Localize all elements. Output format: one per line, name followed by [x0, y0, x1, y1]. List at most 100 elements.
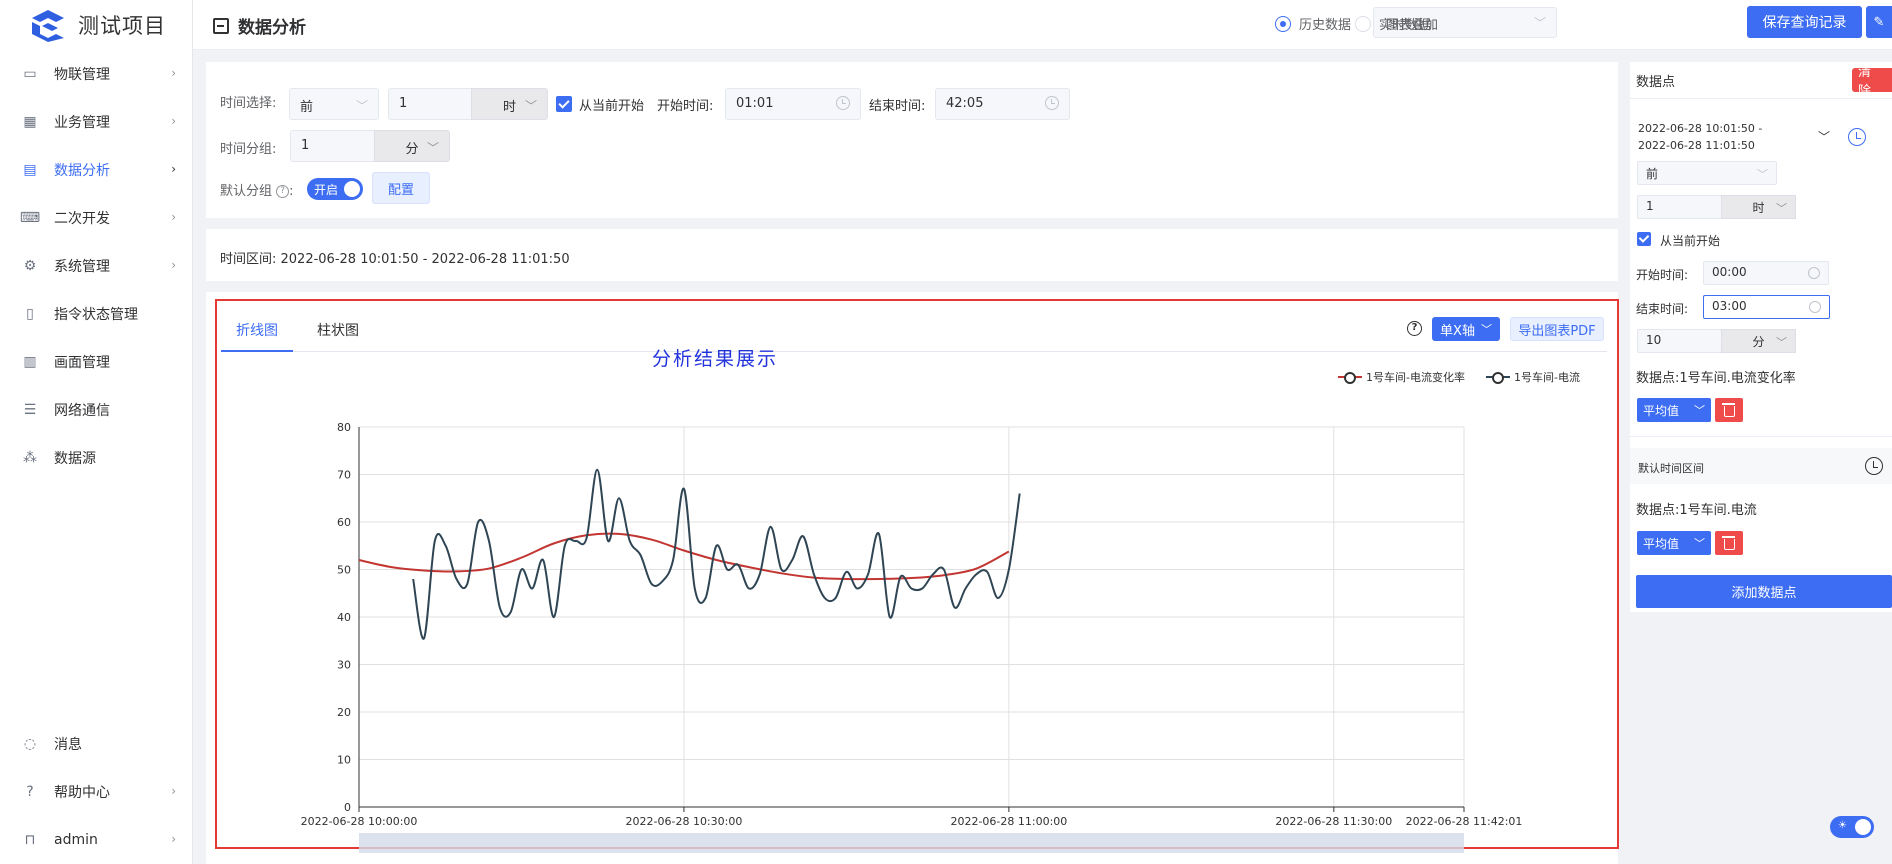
rp-point1-label: 数据点:1号车间.电流变化率	[1636, 371, 1796, 386]
add-datapoint-button[interactable]: 添加数据点	[1636, 575, 1892, 608]
rp-group-unit-select[interactable]: 分 ﹀	[1721, 329, 1796, 353]
save-query-button[interactable]: 保存查询记录	[1747, 6, 1862, 38]
rp-point2-label: 数据点:1号车间.电流	[1636, 503, 1757, 518]
clear-button[interactable]: 清 除	[1852, 65, 1892, 99]
network-icon: ☰	[23, 402, 37, 418]
sidebar-nav: ▭ 物联管理 › ▦ 业务管理 › ▤ 数据分析 › ⌨ 二次开发 › ⚙ 系统管理 › ▯ 指令状态管理 ▥ 画面…	[0, 50, 192, 482]
amount-value: 1	[399, 96, 408, 111]
start-time-input[interactable]: 01:01	[725, 88, 861, 120]
tab-bar-chart[interactable]: 柱状图	[317, 320, 359, 340]
rp-group-input[interactable]: 10	[1637, 329, 1722, 353]
help-icon: ?	[26, 784, 34, 800]
logo: 测试项目	[0, 0, 192, 50]
line-chart[interactable]: 0 10 20 30 40 50 60 70 80 2022-06-28 10:00:00 2022…	[290, 420, 1530, 860]
sidebar-nav-bottom: ◌ 消息? 帮助中心 › ⊓ admin ›	[0, 720, 192, 864]
chevron-down-icon[interactable]: ﹀	[1818, 128, 1830, 145]
divider	[1630, 98, 1892, 99]
rp-direction-value: 前	[1646, 167, 1659, 181]
end-time-value: 42:05	[946, 96, 984, 111]
end-time-input[interactable]: 42:05	[935, 88, 1070, 120]
sidebar-item-label: 数据源	[54, 451, 96, 467]
sidebar-item[interactable]: ▦ 业务管理 ›	[0, 98, 192, 146]
sidebar-item[interactable]: ◌ 消息	[0, 720, 192, 768]
sidebar-item[interactable]: ▯ 指令状态管理	[0, 290, 192, 338]
rp-start-label: 开始时间:	[1636, 268, 1689, 282]
sidebar-item[interactable]: ⊓ admin ›	[0, 816, 192, 864]
sidebar-item-label: 系统管理	[54, 259, 110, 275]
sidebar-item[interactable]: ⚙ 系统管理 ›	[0, 242, 192, 290]
rp-end-value: 03:00	[1712, 299, 1747, 313]
unit-select[interactable]: 时 ﹀	[471, 88, 548, 120]
clock-icon[interactable]	[1865, 457, 1883, 475]
export-pdf-button[interactable]: 导出图表PDF	[1510, 317, 1604, 341]
gear-icon: ⚙	[23, 258, 37, 274]
end-time-label: 结束时间:	[869, 99, 926, 114]
default-group-switch[interactable]: 开启	[307, 178, 363, 200]
rp-start-value: 00:00	[1712, 265, 1747, 279]
direction-select[interactable]: 前 ﹀	[289, 88, 379, 120]
time-range-text: 时间区间: 2022-06-28 10:01:50 - 2022-06-28 1…	[220, 252, 570, 267]
chevron-down-icon: ﹀	[355, 99, 368, 113]
rp-agg2-select[interactable]: 平均值 ﹀	[1637, 531, 1711, 555]
grid-icon: ▦	[23, 114, 37, 130]
chevron-right-icon: ›	[171, 66, 176, 80]
top-header: 数据分析 图表叠加 ﹀ 历史数据 实时数据 保存查询记录 ✎	[193, 0, 1892, 50]
switch-text: 开启	[314, 183, 339, 197]
help-icon[interactable]: ?	[276, 185, 290, 198]
tab-line-chart[interactable]: 折线图	[236, 320, 278, 340]
edit-icon[interactable]: ✎	[1866, 6, 1892, 38]
app-title: 测试项目	[78, 14, 166, 38]
config-button[interactable]: 配置	[372, 172, 430, 204]
sidebar-item[interactable]: ⁂ 数据源	[0, 434, 192, 482]
sidebar-item-label: 消息	[54, 737, 82, 753]
delete-icon[interactable]	[1715, 531, 1743, 555]
group-unit-select[interactable]: 分 ﹀	[374, 130, 450, 162]
theme-toggle[interactable]: ☀	[1830, 816, 1874, 838]
sidebar-item-label: 指令状态管理	[54, 307, 138, 323]
default-group-text: 默认分组	[220, 184, 273, 199]
default-range-label: 默认时间区间	[1638, 462, 1704, 475]
delete-icon[interactable]	[1715, 398, 1743, 422]
sidebar-item[interactable]: ☰ 网络通信	[0, 386, 192, 434]
sidebar-item[interactable]: ▤ 数据分析 ›	[0, 146, 192, 194]
rp-from-now-checkbox[interactable]	[1637, 232, 1651, 246]
chevron-right-icon: ›	[171, 258, 176, 272]
from-now-checkbox[interactable]	[556, 96, 572, 112]
sidebar-item[interactable]: ▭ 物联管理 ›	[0, 50, 192, 98]
amount-input[interactable]: 1	[388, 88, 472, 120]
y-tick-label: 30	[337, 659, 351, 672]
chevron-down-icon: ﹀	[524, 99, 537, 113]
sidebar-item-label: 网络通信	[54, 403, 110, 419]
group-amount-input[interactable]: 1	[290, 130, 375, 162]
rp-direction-select[interactable]: 前 ﹀	[1637, 161, 1777, 185]
radio-realtime[interactable]: 实时数据	[1355, 14, 1431, 33]
rp-start-input[interactable]: 00:00	[1703, 261, 1829, 285]
rp-amount-input[interactable]: 1	[1637, 195, 1722, 219]
legend-label: 1号车间-电流变化率	[1366, 371, 1465, 384]
legend-item[interactable]: 1号车间-电流变化率	[1338, 369, 1465, 385]
page-title: 数据分析	[213, 13, 306, 38]
rp-agg1-select[interactable]: 平均值 ﹀	[1637, 398, 1711, 422]
y-tick-label: 60	[337, 516, 351, 529]
clock-icon	[836, 96, 850, 110]
legend-item[interactable]: 1号车间-电流	[1486, 369, 1580, 385]
sidebar-item[interactable]: ? 帮助中心 ›	[0, 768, 192, 816]
radio-realtime-label: 实时数据	[1379, 18, 1432, 33]
rp-end-input[interactable]: 03:00	[1703, 295, 1830, 319]
rp-unit-select[interactable]: 时 ﹀	[1721, 195, 1796, 219]
analysis-result-note: 分析结果展示	[652, 348, 779, 370]
unit-value: 时	[502, 100, 516, 115]
chevron-down-icon: ﹀	[1694, 404, 1705, 417]
sidebar-item-label: 二次开发	[54, 211, 110, 227]
sidebar-item-label: 帮助中心	[54, 785, 110, 801]
sidebar-item[interactable]: ▥ 画面管理	[0, 338, 192, 386]
range-line-1: 2022-06-28 10:01:50 -	[1638, 122, 1763, 135]
single-x-axis-button[interactable]: 单X轴 ﹀	[1432, 317, 1500, 341]
help-icon[interactable]: ?	[1407, 321, 1422, 336]
y-tick-label: 20	[337, 706, 351, 719]
radio-history[interactable]: 历史数据	[1275, 14, 1351, 33]
clock-icon[interactable]	[1848, 128, 1866, 146]
active-tab-indicator	[221, 350, 293, 352]
chevron-down-icon: ﹀	[1757, 168, 1768, 181]
sidebar-item[interactable]: ⌨ 二次开发 ›	[0, 194, 192, 242]
